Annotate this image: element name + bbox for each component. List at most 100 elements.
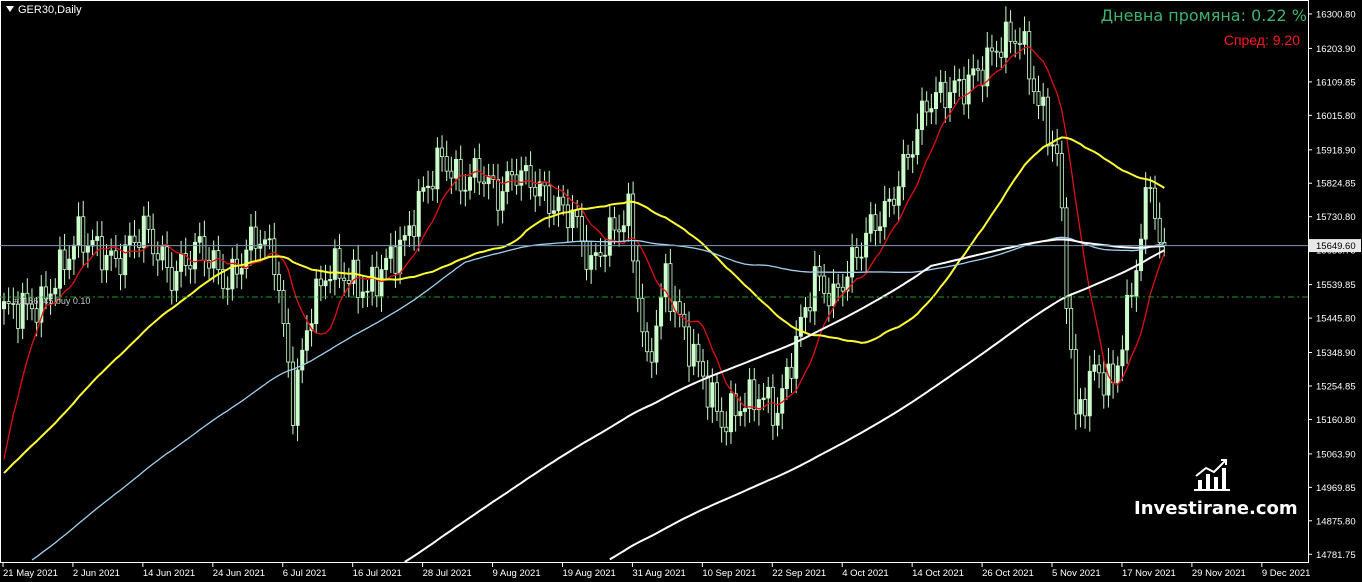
candle-body bbox=[1073, 349, 1078, 415]
x-tick-label: 29 Nov 2021 bbox=[1192, 568, 1246, 579]
candle-body bbox=[85, 245, 90, 253]
candle-body bbox=[631, 193, 636, 262]
candle-body bbox=[472, 158, 477, 178]
candle-body bbox=[589, 255, 594, 270]
candle-body bbox=[570, 209, 575, 228]
candle-body bbox=[966, 74, 971, 105]
candle-body bbox=[1083, 399, 1088, 417]
candle-body bbox=[854, 247, 859, 258]
candle-body bbox=[384, 257, 389, 270]
candle-body bbox=[920, 100, 925, 130]
candle-body bbox=[701, 361, 706, 377]
candle-body bbox=[1078, 399, 1083, 415]
candle-body bbox=[15, 303, 20, 329]
candle-body bbox=[1041, 96, 1046, 106]
candle-body bbox=[808, 307, 813, 312]
candle-body bbox=[165, 246, 170, 268]
x-tick-label: 10 Sep 2021 bbox=[702, 568, 756, 579]
candle-body bbox=[691, 343, 696, 367]
y-tick-label: 15348.90 bbox=[1316, 348, 1356, 359]
y-tick-label: 15254.85 bbox=[1316, 381, 1356, 392]
candle-body bbox=[1115, 365, 1120, 384]
y-tick-label: 15824.85 bbox=[1316, 179, 1356, 190]
candle-body bbox=[467, 176, 472, 191]
candle-body bbox=[836, 283, 841, 288]
dropdown-triangle-icon[interactable] bbox=[6, 6, 14, 12]
x-tick-label: 22 Sep 2021 bbox=[772, 568, 826, 579]
brand-name: Investirane.com bbox=[1134, 498, 1298, 519]
x-tick-label: 21 May 2021 bbox=[3, 568, 58, 579]
candle-body bbox=[295, 369, 300, 426]
candle-body bbox=[132, 235, 137, 244]
candle-body bbox=[1092, 364, 1097, 372]
candle-body bbox=[402, 235, 407, 241]
candle-body bbox=[104, 254, 109, 271]
candle-body bbox=[798, 316, 803, 337]
candle-body bbox=[477, 158, 482, 183]
candle-body bbox=[603, 254, 608, 257]
y-tick-label: 15730.80 bbox=[1316, 212, 1356, 223]
candle-body bbox=[523, 165, 528, 172]
candle-body bbox=[57, 249, 62, 289]
candle-body bbox=[342, 277, 347, 281]
candle-body bbox=[924, 100, 929, 113]
candle-body bbox=[211, 250, 216, 269]
candle-body bbox=[244, 249, 249, 269]
candle-body bbox=[440, 147, 445, 158]
plot-frame bbox=[0, 0, 1309, 563]
candle-body bbox=[1003, 21, 1008, 58]
symbol-label[interactable]: GER30,Daily bbox=[6, 4, 82, 16]
candle-body bbox=[193, 241, 198, 270]
candle-body bbox=[868, 214, 873, 234]
candle-body bbox=[882, 200, 887, 228]
growth-chart-icon bbox=[1194, 459, 1230, 491]
candle-body bbox=[514, 174, 519, 186]
candle-body bbox=[887, 198, 892, 202]
candle-body bbox=[766, 386, 771, 399]
x-tick-label: 9 Dec 2021 bbox=[1262, 568, 1311, 579]
candle-body bbox=[1031, 78, 1036, 93]
x-tick-label: 19 Aug 2021 bbox=[562, 568, 615, 579]
candle-body bbox=[118, 258, 123, 276]
candle-body bbox=[356, 259, 361, 298]
candle-body bbox=[454, 159, 459, 179]
candle-body bbox=[188, 264, 193, 270]
candle-body bbox=[67, 258, 72, 271]
candle-body bbox=[1143, 187, 1148, 240]
candle-body bbox=[388, 246, 393, 259]
candle-body bbox=[770, 386, 775, 426]
candle-body bbox=[840, 286, 845, 292]
candle-body bbox=[878, 226, 883, 231]
candle-body bbox=[747, 379, 752, 409]
candle-body bbox=[752, 379, 757, 411]
candle-body bbox=[1148, 187, 1153, 189]
candle-body bbox=[239, 268, 244, 275]
candle-body bbox=[892, 198, 897, 206]
candle-body bbox=[1045, 96, 1050, 147]
y-tick-label: 16109.85 bbox=[1316, 77, 1356, 88]
candle-body bbox=[99, 236, 104, 271]
candle-body bbox=[407, 225, 412, 236]
candle-body bbox=[687, 326, 692, 367]
candle-body bbox=[645, 331, 650, 353]
price-chart[interactable]: 16300.80 16203.90 16109.85 16015.80 15918.90… bbox=[0, 0, 1362, 582]
x-tick-label: 28 Jul 2021 bbox=[423, 568, 472, 579]
order-label[interactable]: #1186745 buy 0.10 bbox=[14, 296, 90, 306]
candle-body bbox=[635, 260, 640, 299]
candle-body bbox=[318, 278, 323, 287]
candle-body bbox=[901, 153, 906, 188]
candle-body bbox=[817, 266, 822, 277]
y-tick-label: 15160.80 bbox=[1316, 415, 1356, 426]
candle-body bbox=[365, 290, 370, 293]
candle-body bbox=[1013, 40, 1018, 44]
candle-body bbox=[607, 217, 612, 256]
candle-body bbox=[323, 280, 328, 287]
candle-body bbox=[113, 250, 118, 259]
candle-body bbox=[290, 361, 295, 426]
candle-body bbox=[561, 196, 566, 206]
candle-body bbox=[1111, 363, 1116, 384]
candle-body bbox=[1059, 153, 1064, 209]
candle-body bbox=[248, 226, 253, 251]
current-price-label: 15649.60 bbox=[1316, 241, 1356, 252]
candle-body bbox=[617, 229, 622, 233]
